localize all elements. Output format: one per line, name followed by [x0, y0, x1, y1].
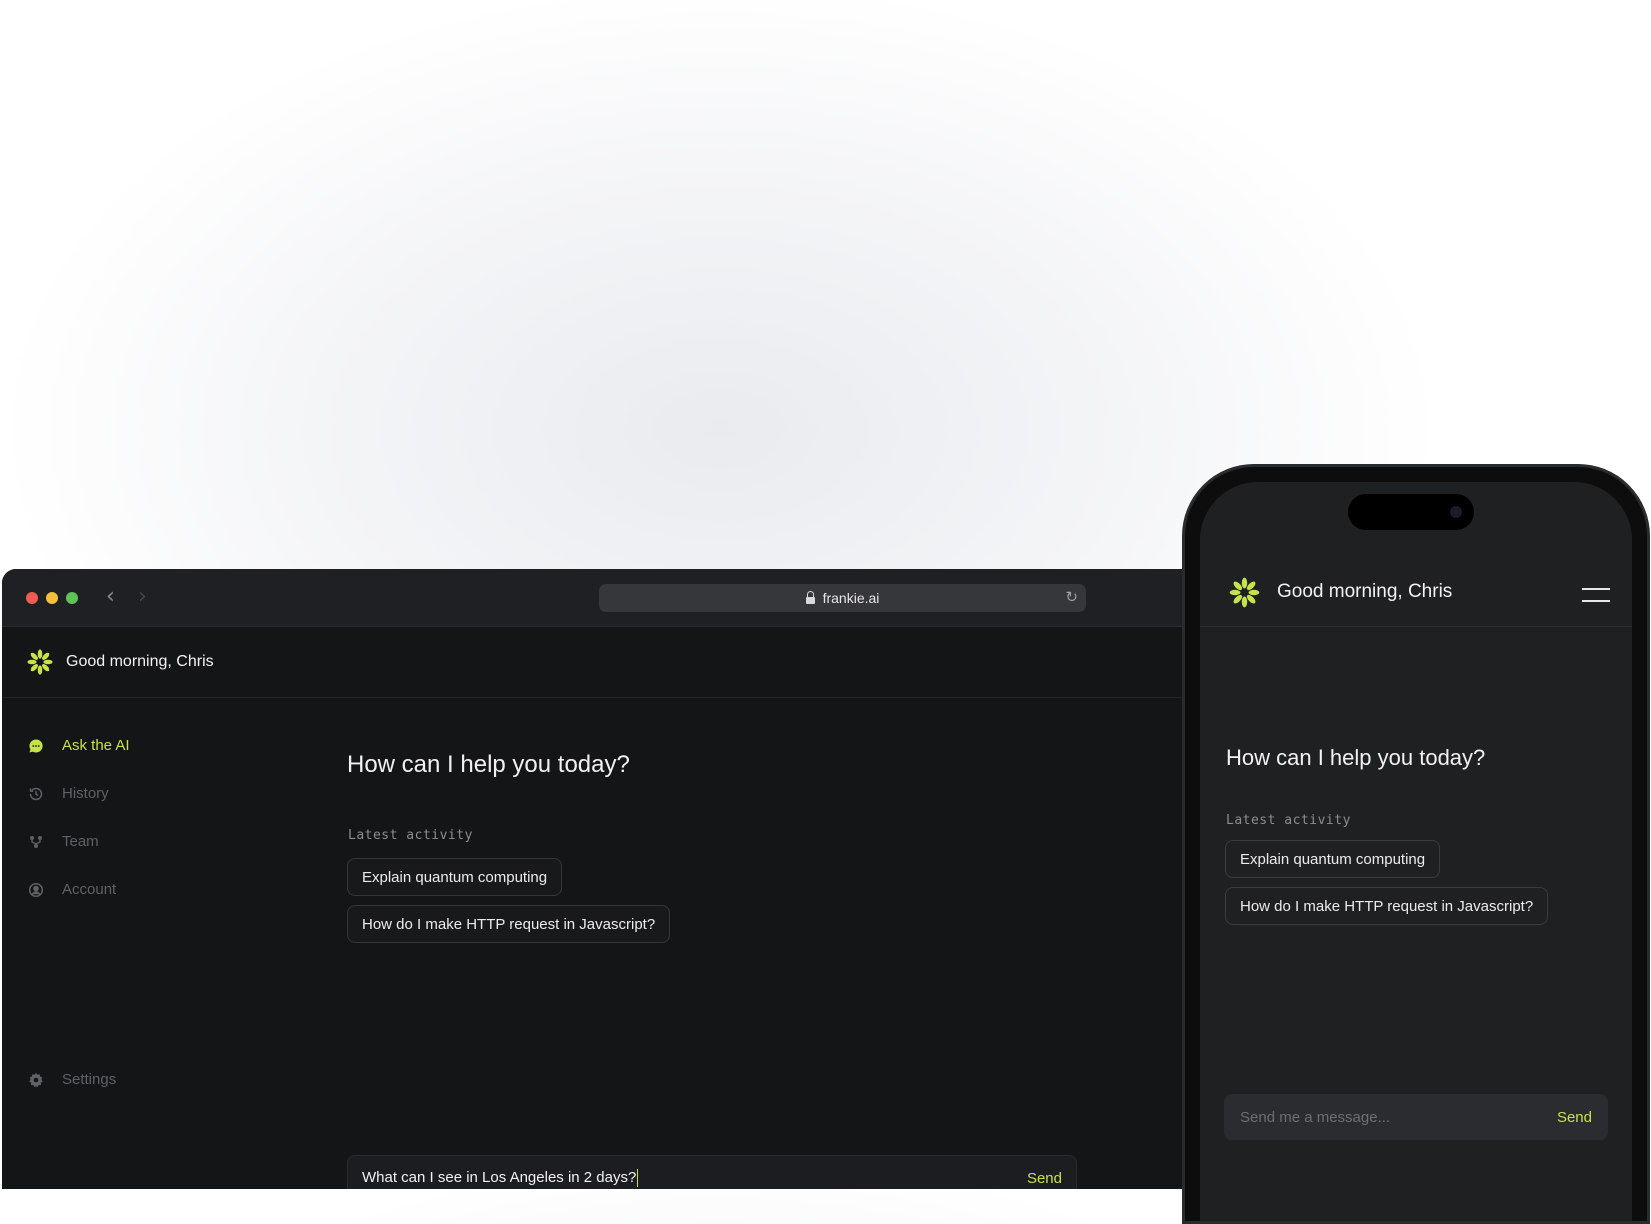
mobile-header: Good morning, Chris	[1200, 558, 1632, 627]
logo-icon	[1229, 577, 1260, 607]
message-input[interactable]	[1238, 1107, 1522, 1127]
sidebar-item-team[interactable]: Team	[28, 833, 99, 850]
sidebar-item-label: Settings	[62, 1071, 117, 1088]
sidebar-item-label: Account	[62, 881, 117, 898]
hamburger-menu-icon[interactable]	[1582, 588, 1610, 602]
sidebar-item-ask-ai[interactable]: Ask the AI	[28, 737, 130, 754]
sidebar-item-settings[interactable]: Settings	[28, 1071, 116, 1088]
sidebar-item-account[interactable]: Account	[28, 881, 116, 898]
activity-chip[interactable]: Explain quantum computing	[1225, 840, 1441, 878]
logo-icon	[27, 649, 53, 675]
maximize-window-button[interactable]	[66, 592, 78, 604]
sidebar-item-history[interactable]: History	[28, 785, 109, 802]
app-header: Good morning, Chris	[2, 627, 1202, 698]
page-title: How can I help you today?	[347, 751, 630, 778]
chat-bubble-icon	[28, 738, 44, 754]
history-icon	[28, 786, 44, 802]
page-title: How can I help you today?	[1226, 745, 1486, 770]
address-bar[interactable]: frankie.ai ↻	[599, 584, 1086, 612]
account-icon	[28, 882, 44, 898]
phone-screen: Good morning, Chris How can I help you t…	[1200, 482, 1632, 1221]
minimize-window-button[interactable]	[46, 592, 58, 604]
gear-icon	[28, 1072, 44, 1088]
activity-chip[interactable]: Explain quantum computing	[347, 858, 563, 896]
sidebar: Ask the AI History Team Account Settings	[2, 697, 302, 1189]
message-composer[interactable]: Send	[1224, 1094, 1608, 1140]
sidebar-item-label: Team	[62, 833, 99, 850]
lock-icon	[805, 590, 815, 604]
desktop-browser-window: ‹ › frankie.ai ↻ Good morning, Chris Ask…	[2, 569, 1202, 1189]
close-window-button[interactable]	[26, 592, 38, 604]
dynamic-island	[1348, 494, 1474, 530]
reload-icon[interactable]: ↻	[1065, 588, 1078, 606]
chevron-right-icon[interactable]: ›	[138, 584, 147, 609]
team-icon	[28, 834, 44, 850]
latest-activity-label: Latest activity	[348, 828, 473, 843]
send-button[interactable]: Send	[1557, 1109, 1592, 1126]
activity-chip[interactable]: How do I make HTTP request in Javascript…	[1225, 887, 1549, 925]
sidebar-item-label: Ask the AI	[62, 737, 130, 754]
url-text: frankie.ai	[822, 590, 880, 606]
greeting-text: Good morning, Chris	[66, 653, 214, 670]
sidebar-item-label: History	[62, 785, 109, 802]
latest-activity-label: Latest activity	[1226, 813, 1351, 828]
chevron-left-icon[interactable]: ‹	[106, 584, 115, 609]
text-caret	[637, 1168, 639, 1187]
mobile-phone-frame: Good morning, Chris How can I help you t…	[1182, 464, 1650, 1224]
message-composer[interactable]: What can I see in Los Angeles in 2 days?…	[347, 1155, 1077, 1189]
browser-toolbar: ‹ › frankie.ai ↻	[2, 569, 1202, 627]
send-button[interactable]: Send	[1027, 1170, 1062, 1187]
message-input[interactable]: What can I see in Los Angeles in 2 days?	[362, 1168, 639, 1187]
greeting-text: Good morning, Chris	[1277, 581, 1453, 602]
activity-chip[interactable]: How do I make HTTP request in Javascript…	[347, 905, 671, 943]
